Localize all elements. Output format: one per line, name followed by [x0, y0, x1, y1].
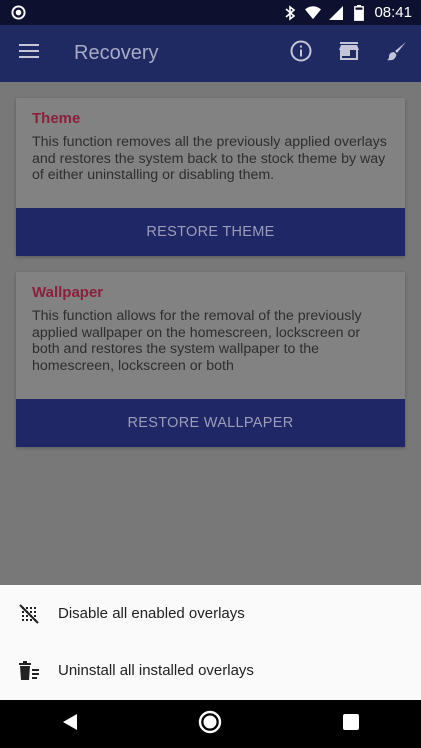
battery-icon — [351, 4, 367, 21]
status-left — [0, 5, 26, 21]
restore-wallpaper-button[interactable]: RESTORE WALLPAPER — [16, 399, 405, 447]
disable-overlays-item[interactable]: Disable all enabled overlays — [0, 585, 421, 642]
restore-theme-button[interactable]: RESTORE THEME — [16, 208, 405, 256]
disable-overlays-label: Disable all enabled overlays — [58, 605, 245, 622]
theme-card-description: This function removes all the previously… — [32, 134, 387, 184]
page-title: Recovery — [74, 42, 159, 64]
disable-overlays-icon — [0, 603, 58, 624]
app-toolbar: Recovery — [0, 25, 421, 82]
circle-notification-icon — [10, 5, 26, 21]
info-button[interactable] — [277, 25, 325, 82]
wallpaper-card-title: Wallpaper — [32, 284, 104, 301]
menu-button[interactable] — [0, 25, 58, 82]
wallpaper-card: Wallpaper This function allows for the r… — [16, 272, 405, 447]
uninstall-overlays-label: Uninstall all installed overlays — [58, 662, 254, 679]
wallpaper-card-description: This function allows for the removal of … — [32, 308, 362, 374]
home-icon — [198, 710, 222, 739]
status-right: 08:41 — [282, 4, 421, 21]
brush-icon — [386, 40, 408, 67]
status-time: 08:41 — [374, 4, 412, 21]
recents-button[interactable] — [321, 700, 381, 748]
store-button[interactable] — [325, 25, 373, 82]
home-button[interactable] — [180, 700, 240, 748]
status-bar: 08:41 — [0, 0, 421, 25]
recents-icon — [342, 713, 360, 736]
info-icon — [290, 40, 312, 67]
navigation-bar — [0, 700, 421, 748]
store-icon — [338, 41, 360, 66]
uninstall-overlays-item[interactable]: Uninstall all installed overlays — [0, 642, 421, 699]
theme-card-title: Theme — [32, 110, 81, 127]
back-button[interactable] — [40, 700, 100, 748]
theme-card: Theme This function removes all the prev… — [16, 98, 405, 256]
back-icon — [62, 713, 78, 736]
brush-button[interactable] — [373, 25, 421, 82]
uninstall-trash-icon — [0, 660, 58, 681]
bluetooth-icon — [282, 4, 298, 21]
menu-icon — [19, 43, 39, 64]
wifi-icon — [305, 5, 322, 21]
bottom-sheet: Disable all enabled overlays Uninstall a… — [0, 585, 421, 700]
cell-signal-icon — [328, 5, 344, 21]
content-area: Theme This function removes all the prev… — [0, 82, 421, 585]
